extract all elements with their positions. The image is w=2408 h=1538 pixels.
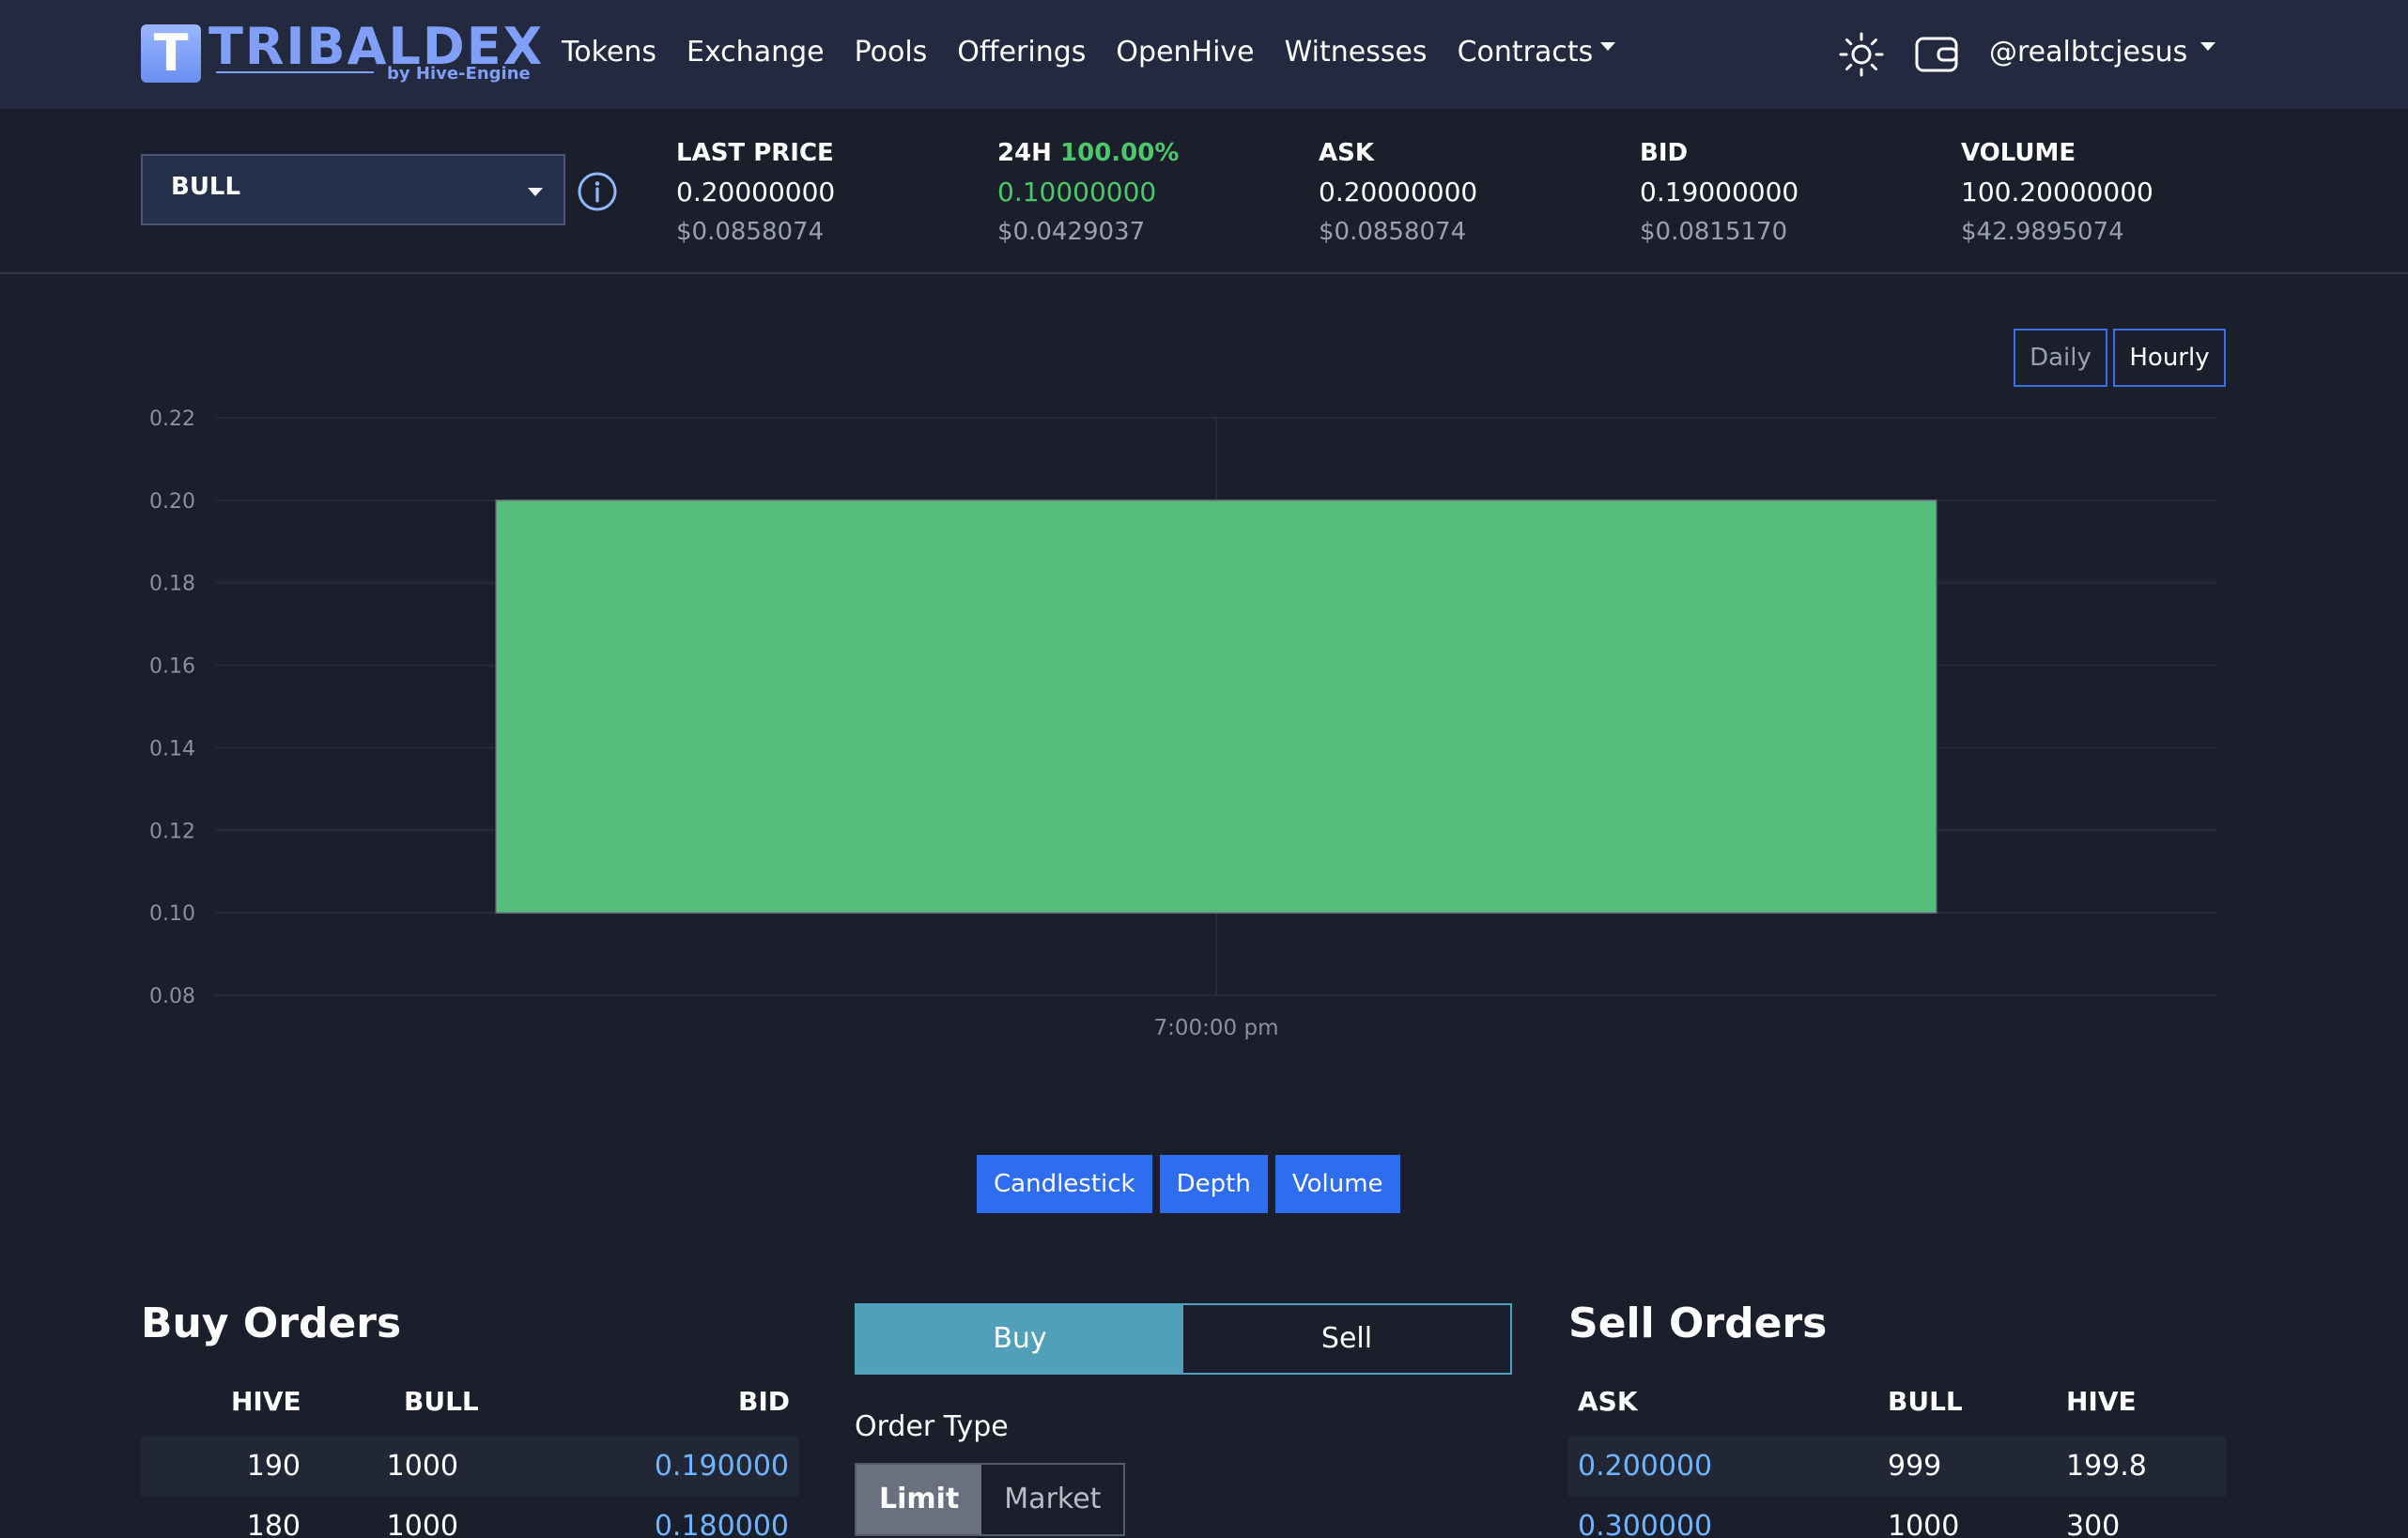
sell-header-hive: HIVE bbox=[2066, 1386, 2137, 1417]
depth-button[interactable]: Depth bbox=[1159, 1155, 1268, 1213]
navbar: T TRIBALDEX by Hive-Engine Tokens Exchan… bbox=[0, 0, 2408, 109]
nav-offerings[interactable]: Offerings bbox=[957, 32, 1086, 73]
buy-header-hive: HIVE bbox=[231, 1386, 301, 1417]
info-icon[interactable] bbox=[577, 171, 618, 212]
user-menu-dropdown[interactable]: @realbtcjesus bbox=[1989, 32, 2216, 73]
nav-openhive[interactable]: OpenHive bbox=[1116, 32, 1254, 73]
stat-ask: ASK 0.20000000 $0.0858074 bbox=[1319, 133, 1477, 252]
candlestick-chart[interactable]: 0.22 0.20 0.18 0.16 0.14 0.12 0.10 0.08 7:00:00 … bbox=[141, 376, 2226, 1089]
stat-value: 0.20000000 bbox=[1319, 177, 1478, 208]
buy-order-row[interactable]: 190 1000 0.190000 bbox=[141, 1437, 798, 1497]
stat-label: LAST PRICE bbox=[676, 139, 834, 167]
brand-mark-letter: T bbox=[153, 23, 189, 83]
stat-usd: $42.9895074 bbox=[1961, 218, 2124, 246]
x-tick-label: 7:00:00 pm bbox=[1154, 1016, 1279, 1040]
tab-sell[interactable]: Sell bbox=[1183, 1305, 1510, 1373]
y-tick-label: 0.10 bbox=[149, 902, 195, 926]
buy-cell-hive: 190 bbox=[246, 1450, 301, 1483]
sell-cell-bull: 1000 bbox=[1888, 1510, 1960, 1538]
order-type-limit-button[interactable]: Limit bbox=[857, 1465, 982, 1534]
nav-exchange[interactable]: Exchange bbox=[687, 32, 825, 73]
buy-cell-bull: 1000 bbox=[386, 1450, 458, 1483]
stat-usd: $0.0858074 bbox=[676, 218, 825, 246]
sell-order-row[interactable]: 0.200000 999 199.8 bbox=[1568, 1437, 2226, 1497]
stat-last-price: LAST PRICE 0.20000000 $0.0858074 bbox=[676, 133, 835, 252]
order-type-market-button[interactable]: Market bbox=[981, 1465, 1123, 1534]
stat-label: ASK bbox=[1319, 139, 1374, 167]
trade-side-tabs: Buy Sell bbox=[855, 1303, 1512, 1375]
nav-links: Tokens Exchange Pools Offerings OpenHive… bbox=[562, 32, 1645, 73]
ticker-bar: BULL LAST PRICE 0.20000000 $0.0858074 24… bbox=[0, 109, 2408, 274]
stat-usd: $0.0815170 bbox=[1640, 218, 1788, 246]
sell-cell-ask[interactable]: 0.200000 bbox=[1578, 1437, 1712, 1497]
sell-orders-title: Sell Orders bbox=[1568, 1300, 1828, 1347]
buy-header-bull: BULL bbox=[404, 1386, 479, 1417]
sell-order-row[interactable]: 0.300000 1000 300 bbox=[1568, 1497, 2226, 1538]
buy-cell-bid[interactable]: 0.190000 bbox=[655, 1437, 789, 1497]
y-tick-label: 0.12 bbox=[149, 820, 195, 843]
stat-usd: $0.0429037 bbox=[997, 218, 1146, 246]
tab-buy[interactable]: Buy bbox=[857, 1305, 1183, 1373]
sell-header-bull: BULL bbox=[1888, 1386, 1963, 1417]
y-tick-label: 0.20 bbox=[149, 490, 195, 514]
user-name: @realbtcjesus bbox=[1989, 36, 2188, 69]
nav-contracts-dropdown[interactable]: Contracts bbox=[1458, 32, 1616, 73]
sell-cell-ask[interactable]: 0.300000 bbox=[1578, 1497, 1712, 1538]
candle-body[interactable] bbox=[495, 500, 1937, 914]
chevron-down-icon bbox=[528, 188, 543, 196]
stat-24h-change: 24H 100.00% 0.10000000 $0.0429037 bbox=[997, 133, 1179, 252]
nav-pools[interactable]: Pools bbox=[855, 32, 928, 73]
chart-type-buttons: Candlestick Depth Volume bbox=[977, 1155, 1400, 1213]
y-tick-label: 0.08 bbox=[149, 985, 195, 1008]
order-type-toggle: Limit Market bbox=[855, 1463, 1126, 1536]
stat-value: 100.20000000 bbox=[1961, 177, 2153, 208]
stat-change-percent: 100.00% bbox=[1060, 139, 1180, 167]
y-tick-label: 0.22 bbox=[149, 408, 195, 431]
sell-cell-bull: 999 bbox=[1888, 1450, 1942, 1483]
brand-logo[interactable]: T TRIBALDEX by Hive-Engine bbox=[141, 17, 542, 85]
buy-header-bid: BID bbox=[738, 1386, 791, 1417]
chevron-down-icon bbox=[1600, 42, 1616, 51]
buy-orders-title: Buy Orders bbox=[141, 1300, 402, 1347]
token-select[interactable]: BULL bbox=[141, 154, 565, 225]
chevron-down-icon bbox=[2200, 42, 2216, 51]
sun-icon[interactable] bbox=[1837, 30, 1886, 79]
brand-underline bbox=[216, 71, 374, 73]
y-tick-label: 0.16 bbox=[149, 655, 195, 679]
nav-witnesses[interactable]: Witnesses bbox=[1285, 32, 1428, 73]
stat-label: 24H 100.00% bbox=[997, 133, 1179, 173]
stat-label-text: 24H bbox=[997, 139, 1052, 167]
y-tick-label: 0.18 bbox=[149, 573, 195, 596]
stat-bid: BID 0.19000000 $0.0815170 bbox=[1640, 133, 1798, 252]
buy-order-row[interactable]: 180 1000 0.180000 bbox=[141, 1497, 798, 1538]
buy-cell-bull: 1000 bbox=[386, 1510, 458, 1538]
wallet-icon[interactable] bbox=[1912, 30, 1961, 79]
y-tick-label: 0.14 bbox=[149, 737, 195, 761]
stat-usd: $0.0858074 bbox=[1319, 218, 1467, 246]
order-type-label: Order Type bbox=[855, 1410, 1009, 1443]
sell-header-ask: ASK bbox=[1578, 1386, 1638, 1417]
candlestick-button[interactable]: Candlestick bbox=[977, 1155, 1152, 1213]
price-chart-panel: Daily Hourly 0.22 0.20 0.18 0.16 0.14 0.12 0.1… bbox=[141, 329, 2226, 1213]
stat-volume: VOLUME 100.20000000 $42.9895074 bbox=[1961, 133, 2153, 252]
nav-contracts-label: Contracts bbox=[1457, 36, 1594, 69]
stat-label: BID bbox=[1640, 139, 1689, 167]
buy-cell-bid[interactable]: 0.180000 bbox=[655, 1497, 789, 1538]
nav-tokens[interactable]: Tokens bbox=[562, 32, 656, 73]
stat-label: VOLUME bbox=[1961, 139, 2076, 167]
stat-value: 0.10000000 bbox=[997, 177, 1157, 208]
sell-cell-hive: 199.8 bbox=[2066, 1450, 2147, 1483]
stat-value: 0.20000000 bbox=[676, 177, 836, 208]
sell-cell-hive: 300 bbox=[2066, 1510, 2121, 1538]
brand-subtitle: by Hive-Engine bbox=[387, 64, 531, 84]
stat-value: 0.19000000 bbox=[1640, 177, 1799, 208]
buy-cell-hive: 180 bbox=[246, 1510, 301, 1538]
brand-mark-icon: T bbox=[141, 24, 201, 83]
volume-button[interactable]: Volume bbox=[1274, 1155, 1400, 1213]
token-select-value: BULL bbox=[171, 173, 241, 201]
